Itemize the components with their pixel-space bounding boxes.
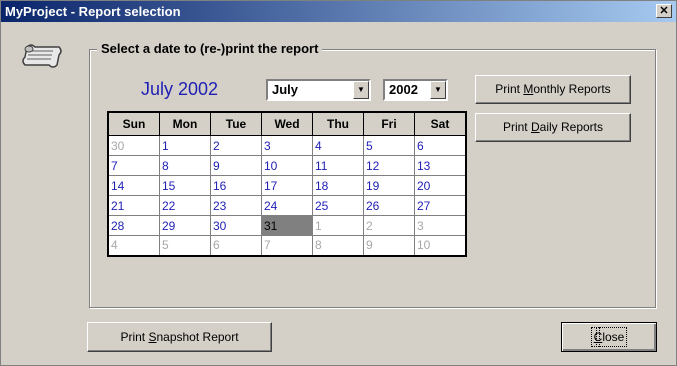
calendar-day-outside[interactable]: 2	[363, 215, 415, 236]
calendar-week-row: 4 5 6 7 8 9 10	[107, 235, 467, 256]
report-selection-window: MyProject - Report selection ✕ Select a …	[0, 0, 677, 366]
calendar-day[interactable]: 29	[159, 215, 211, 236]
calendar-day[interactable]: 6	[414, 135, 467, 156]
close-icon[interactable]: ✕	[656, 4, 672, 18]
calendar-week-row: 21 22 23 24 25 26 27	[107, 195, 467, 216]
year-dropdown[interactable]: 2002 ▼	[383, 79, 448, 101]
calendar-day[interactable]: 10	[261, 155, 313, 176]
calendar-day[interactable]: 28	[107, 215, 160, 236]
calendar-day[interactable]: 3	[261, 135, 313, 156]
chevron-down-icon[interactable]: ▼	[430, 81, 446, 99]
group-title: Select a date to (re-)print the report	[97, 41, 323, 56]
calendar-day[interactable]: 11	[312, 155, 364, 176]
weekday-header: Sat	[414, 111, 467, 136]
calendar-day-outside[interactable]: 7	[261, 235, 313, 256]
calendar-week-row: 30 1 2 3 4 5 6	[107, 135, 467, 156]
calendar-day[interactable]: 27	[414, 195, 467, 216]
calendar-day[interactable]: 12	[363, 155, 415, 176]
calendar-day-outside[interactable]: 10	[414, 235, 467, 256]
calendar-day[interactable]: 25	[312, 195, 364, 216]
calendar-week-row: 7 8 9 10 11 12 13	[107, 155, 467, 176]
calendar-day[interactable]: 30	[210, 215, 262, 236]
calendar-day[interactable]: 13	[414, 155, 467, 176]
month-dropdown-value: July	[272, 82, 299, 97]
calendar-day[interactable]: 15	[159, 175, 211, 196]
calendar-grid: Sun Mon Tue Wed Thu Fri Sat 30 1 2 3 4 5 6 7 8 9 10 11 12 1…	[107, 111, 467, 257]
weekday-header: Mon	[159, 111, 211, 136]
weekday-header: Wed	[261, 111, 313, 136]
calendar-week-row: 28 29 30 31 1 2 3	[107, 215, 467, 236]
calendar-day-outside[interactable]: 4	[107, 235, 160, 256]
calendar-day[interactable]: 19	[363, 175, 415, 196]
scroll-icon	[22, 44, 62, 68]
month-dropdown[interactable]: July ▼	[266, 79, 371, 101]
calendar-day[interactable]: 7	[107, 155, 160, 176]
calendar-day[interactable]: 22	[159, 195, 211, 216]
calendar-day[interactable]: 21	[107, 195, 160, 216]
calendar-day[interactable]: 5	[363, 135, 415, 156]
calendar-day[interactable]: 18	[312, 175, 364, 196]
calendar-day-outside[interactable]: 8	[312, 235, 364, 256]
calendar-day[interactable]: 9	[210, 155, 262, 176]
calendar-day[interactable]: 14	[107, 175, 160, 196]
calendar-day[interactable]: 24	[261, 195, 313, 216]
calendar-day[interactable]: 26	[363, 195, 415, 216]
calendar-day[interactable]: 20	[414, 175, 467, 196]
calendar-day-outside[interactable]: 3	[414, 215, 467, 236]
month-heading: July 2002	[141, 79, 219, 99]
weekday-header: Thu	[312, 111, 364, 136]
calendar-day-outside[interactable]: 1	[312, 215, 364, 236]
calendar-day-outside[interactable]: 6	[210, 235, 262, 256]
year-dropdown-value: 2002	[389, 82, 418, 97]
calendar-day[interactable]: 2	[210, 135, 262, 156]
calendar-day[interactable]: 16	[210, 175, 262, 196]
window-title: MyProject - Report selection	[5, 4, 181, 19]
calendar-day-outside[interactable]: 5	[159, 235, 211, 256]
print-monthly-reports-button[interactable]: Print Monthly Reports	[475, 75, 631, 104]
calendar-day-outside[interactable]: 9	[363, 235, 415, 256]
calendar-day-selected[interactable]: 31	[261, 215, 313, 236]
weekday-header: Tue	[210, 111, 262, 136]
title-bar: MyProject - Report selection ✕	[1, 1, 676, 22]
calendar-day[interactable]: 17	[261, 175, 313, 196]
print-daily-reports-button[interactable]: Print Daily Reports	[475, 113, 631, 142]
calendar-day[interactable]: 4	[312, 135, 364, 156]
calendar-week-row: 14 15 16 17 18 19 20	[107, 175, 467, 196]
calendar-day[interactable]: 8	[159, 155, 211, 176]
weekday-header: Sun	[107, 111, 160, 136]
weekday-header: Fri	[363, 111, 415, 136]
close-button[interactable]: Close	[561, 322, 657, 352]
calendar-day[interactable]: 23	[210, 195, 262, 216]
chevron-down-icon[interactable]: ▼	[353, 81, 369, 99]
print-snapshot-report-button[interactable]: Print Snapshot Report	[87, 322, 272, 352]
calendar-day-outside[interactable]: 30	[107, 135, 160, 156]
calendar-day[interactable]: 1	[159, 135, 211, 156]
